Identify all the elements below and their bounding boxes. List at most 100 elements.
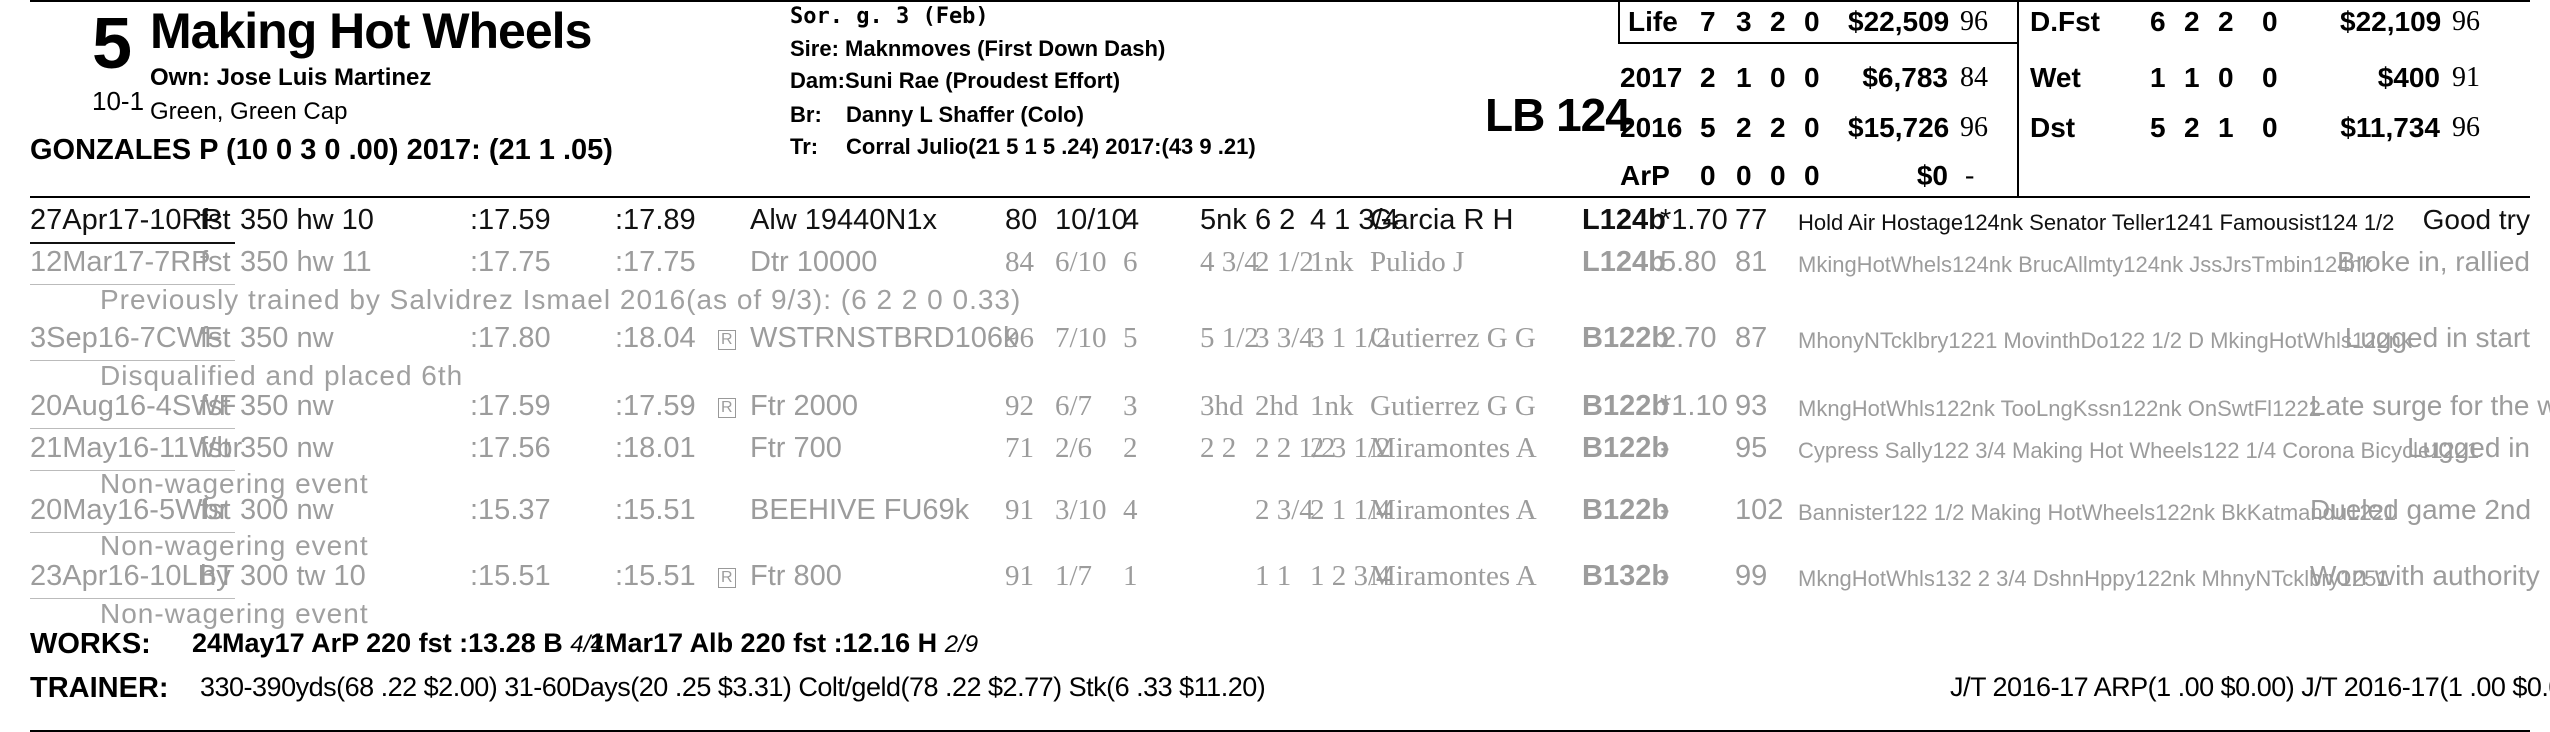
race-race: Ftr 800: [750, 560, 842, 592]
race-odds: -: [1660, 494, 1670, 526]
note-disqualified: Disqualified and placed 6th: [100, 360, 464, 391]
race-date-underline: [30, 242, 235, 244]
stat-shows: 0: [2262, 112, 2278, 143]
work-2: 1Mar17 Alb 220 fst :12.16 H 2/9: [590, 628, 978, 659]
stat-speed: -: [1965, 160, 1975, 191]
work-2-text: 1Mar17 Alb 220 fst :12.16 H: [590, 628, 938, 658]
race-f1: :15.37: [470, 494, 551, 526]
stat-places: 0: [1770, 160, 1786, 191]
race-comp: Bannister122 1/2 Making HotWheels122nk B…: [1798, 500, 2397, 525]
race-trk: fst: [200, 204, 231, 236]
race-c1: 5nk: [1200, 204, 1247, 236]
race-comment: Dueled game 2nd: [2310, 494, 2532, 525]
race-line: 20Aug16-4SWF fst 350 nw:17.59:17.59 R Ftr 20…: [30, 390, 2550, 434]
race-jockey: Miramontes A: [1370, 560, 1537, 592]
race-st: 2: [1123, 432, 1138, 464]
race-trk: fst: [200, 322, 231, 354]
race-sp: 84: [1005, 246, 1034, 278]
race-race: BEEHIVE FU69k: [750, 494, 970, 526]
stat-earnings: $22,109: [2340, 6, 2442, 37]
race-sp: 91: [1005, 494, 1034, 526]
stat-speed: 96: [1960, 112, 1988, 143]
race-pp: 3/10: [1055, 494, 1107, 526]
stat-places: 0: [1770, 62, 1786, 93]
trainer-label: Tr:: [790, 134, 819, 159]
stat-starts: 6: [2150, 6, 2166, 37]
stat-shows: 0: [2262, 62, 2278, 93]
race-sp: 71: [1005, 432, 1034, 464]
race-st: 4: [1123, 494, 1138, 526]
race-sp: 92: [1005, 390, 1034, 422]
stat-speed: 96: [1960, 6, 1988, 37]
race-spd: 102: [1735, 494, 1784, 526]
stat-shows: 0: [1804, 160, 1820, 191]
race-rt: R: [718, 398, 736, 418]
odds: 10-1: [92, 86, 145, 116]
race-comment: Lugged in start: [2344, 322, 2530, 353]
race-jockey: Garcia R H: [1370, 204, 1514, 236]
race-c2: 1 1: [1255, 560, 1292, 592]
race-race: WSTRNSTBRD106k: [750, 322, 1018, 354]
stat-earnings: $0: [1916, 160, 1948, 191]
stats-box-divider: [2017, 0, 2019, 196]
race-line: 21May16-11Wbr fst 350 nw:17.56:18.01 Ftr 70…: [30, 432, 2530, 476]
race-dist: 350 hw 10: [240, 204, 374, 236]
race-odds: 2.70: [1660, 322, 1717, 354]
sex-age: Sor. g. 3 (Feb): [790, 4, 989, 29]
race-wt: B122b: [1582, 494, 1670, 526]
stat-wins: 0: [1736, 160, 1752, 191]
stat-shows: 0: [1804, 62, 1820, 93]
race-comment: Late surge for the win: [2310, 390, 2550, 421]
race-f2: :18.01: [615, 432, 696, 464]
race-date: 27Apr17-10RP: [30, 204, 222, 236]
weight: LB 124: [1485, 89, 1631, 141]
race-c1: 4 3/4: [1200, 246, 1259, 278]
race-trk: fst: [200, 246, 231, 278]
horse-name: Making Hot Wheels: [150, 3, 592, 59]
race-pp: 6/10: [1055, 246, 1107, 278]
race-odds: -: [1660, 432, 1670, 464]
race-pp: 10/10: [1055, 204, 1128, 236]
race-spd: 77: [1735, 204, 1768, 236]
race-pp: 6/7: [1055, 390, 1093, 422]
stat-places: 1: [2218, 112, 2234, 143]
breeder-label: Br:: [790, 102, 822, 127]
stat-earnings: $400: [2377, 62, 2440, 93]
stat-label: D.Fst: [2030, 6, 2100, 37]
race-date: 3Sep16-7CWF: [30, 322, 222, 354]
note-nonwager-3: Non-wagering event: [100, 598, 369, 629]
race-race: Dtr 10000: [750, 246, 878, 278]
jockey-trainer-stats: J/T 2016-17 ARP(1 .00 $0.00) J/T 2016-17…: [1950, 672, 2550, 702]
race-comment: Broke in, rallied: [2337, 246, 2530, 277]
sire: Sire: Maknmoves (First Down Dash): [790, 36, 1166, 61]
race-f2: :18.04: [615, 322, 696, 354]
race-comment: Won with authority: [2310, 560, 2540, 591]
race-pp: 1/7: [1055, 560, 1093, 592]
race-dist: 300 tw 10: [240, 560, 366, 592]
race-pp: 7/10: [1055, 322, 1107, 354]
race-fin: 1nk: [1310, 390, 1354, 422]
race-c2: 6 2: [1255, 204, 1296, 236]
stat-starts: 0: [1700, 160, 1716, 191]
stat-label: 2016: [1620, 112, 1683, 143]
stat-starts: 7: [1700, 6, 1716, 37]
race-jockey: Miramontes A: [1370, 432, 1537, 464]
race-comp: MkingHotWhels124nk BrucAllmty124nk JssJr…: [1798, 252, 2373, 277]
race-rt: R: [718, 330, 736, 350]
race-odds: -: [1660, 560, 1670, 592]
race-st: 6: [1123, 246, 1138, 278]
race-comp: MkngHotWhls122nk TooLngKssn122nk OnSwtFl…: [1798, 396, 2322, 421]
stat-speed: 96: [2452, 6, 2480, 37]
trainer-stats: 330-390yds(68 .22 $2.00) 31-60Days(20 .2…: [200, 672, 1266, 702]
race-race: Ftr 700: [750, 432, 842, 464]
race-spd: 95: [1735, 432, 1768, 464]
race-f2: :17.89: [615, 204, 696, 236]
race-wt: L124b: [1582, 246, 1666, 278]
stat-speed: 84: [1960, 62, 1988, 93]
race-c1: 2 2: [1200, 432, 1237, 464]
race-jockey: Gutierrez G G: [1370, 390, 1536, 422]
race-date: 12Mar17-7RP: [30, 246, 211, 278]
stat-label: Life: [1628, 6, 1678, 37]
stats-box-left: [1618, 0, 1620, 42]
race-trk: fst: [200, 432, 231, 464]
